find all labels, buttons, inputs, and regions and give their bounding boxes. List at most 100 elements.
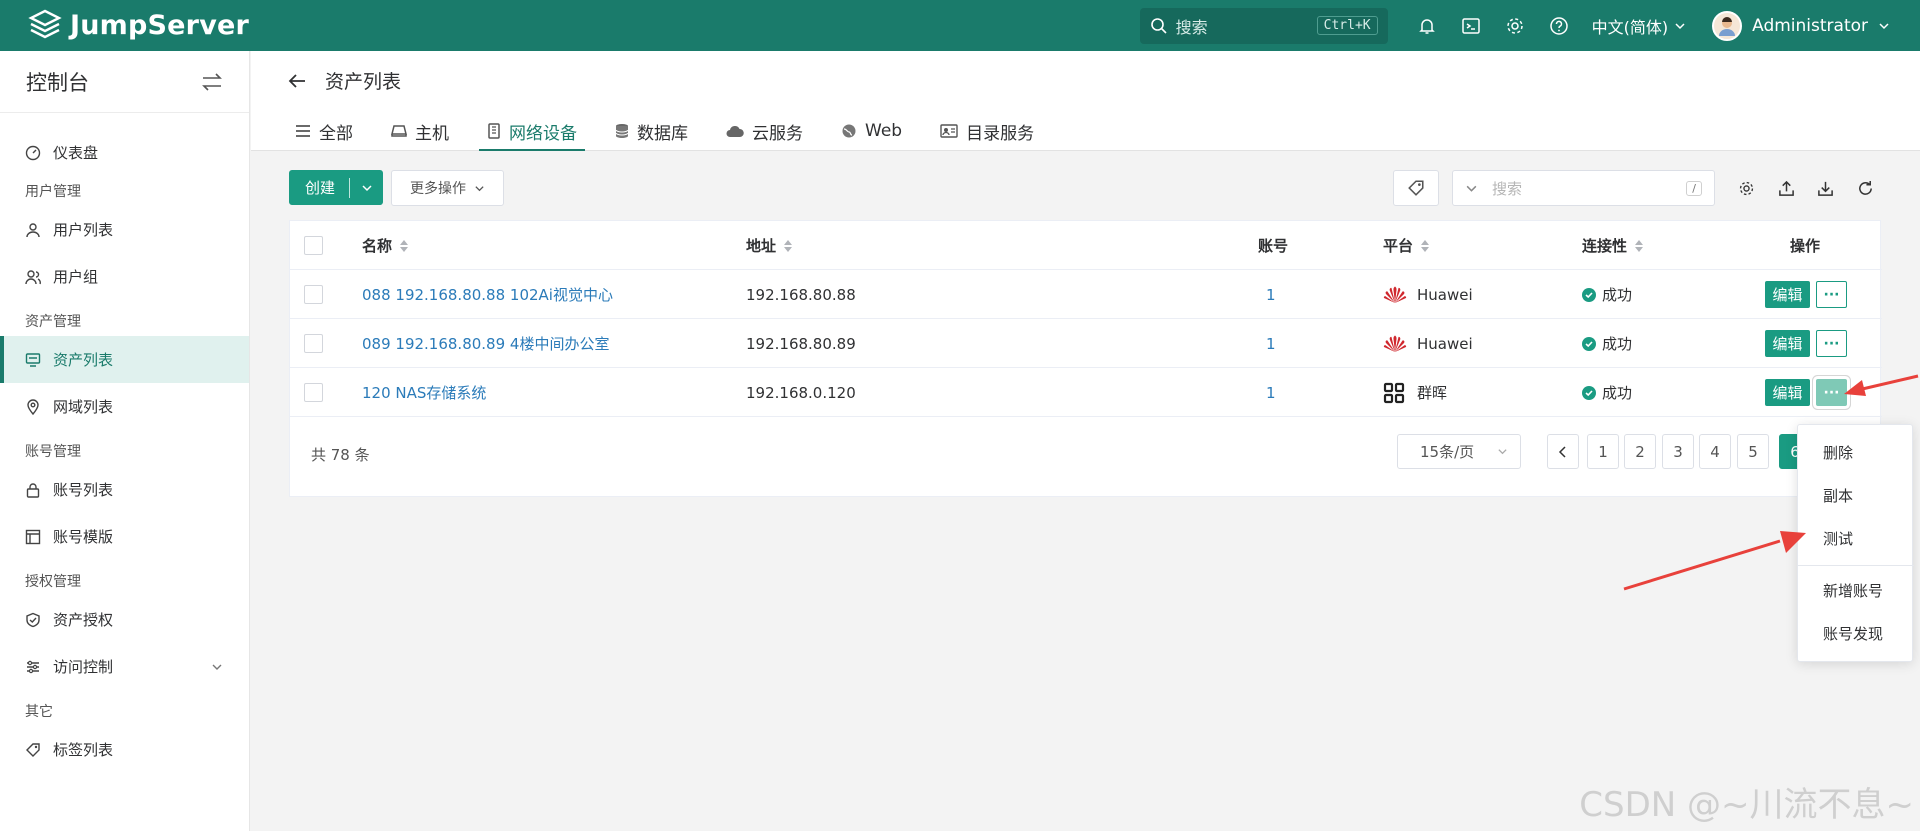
sidebar-item-tag-list[interactable]: 标签列表 <box>0 726 249 773</box>
dashboard-icon <box>25 145 41 160</box>
asset-name-link[interactable]: 120 NAS存储系统 <box>362 368 486 417</box>
monitor-icon <box>25 352 41 367</box>
sidebar-item-account-list[interactable]: 账号列表 <box>0 466 249 513</box>
tab-database[interactable]: 数据库 <box>615 111 688 151</box>
back-arrow-icon[interactable] <box>287 72 307 90</box>
brand-name: JumpServer <box>70 10 250 41</box>
huawei-logo-icon <box>1383 286 1407 303</box>
edit-button[interactable]: 编辑 <box>1765 379 1810 406</box>
menu-item-clone[interactable]: 副本 <box>1823 485 1853 506</box>
template-icon <box>25 529 41 544</box>
platform-name: Huawei <box>1417 334 1473 353</box>
page-button-3[interactable]: 3 <box>1662 434 1694 469</box>
tab-network-device[interactable]: 网络设备 <box>479 111 585 151</box>
asset-name-link[interactable]: 088 192.168.80.88 102Ai视觉中心 <box>362 270 613 319</box>
more-actions-button[interactable]: 更多操作 <box>391 170 504 206</box>
create-button[interactable]: 创建 <box>289 170 383 205</box>
page-button-5[interactable]: 5 <box>1737 434 1769 469</box>
sidebar-item-label: 资产列表 <box>53 351 114 369</box>
asset-table: 名称 地址 账号 平台 连接性 操作 088 192.168.80.88 102… <box>289 220 1882 497</box>
page-size-select[interactable]: 15条/页 <box>1397 434 1521 469</box>
sort-icon[interactable] <box>784 239 793 252</box>
connectivity-status: 成功 <box>1582 270 1632 319</box>
tab-all[interactable]: 全部 <box>295 111 353 151</box>
download-icon[interactable] <box>1815 178 1835 198</box>
tab-cloud[interactable]: 云服务 <box>726 111 803 151</box>
account-count-link[interactable]: 1 <box>1266 270 1276 319</box>
chevron-down-icon <box>1675 22 1685 29</box>
row-checkbox[interactable] <box>304 285 323 304</box>
more-options-button[interactable]: ··· <box>1816 330 1847 357</box>
tab-directory-service[interactable]: 目录服务 <box>940 111 1034 151</box>
sidebar: 控制台 仪表盘 用户管理 用户列表 用户组 资产管理 资产列表 网域列表 账号管… <box>0 51 250 831</box>
page-button-2[interactable]: 2 <box>1624 434 1656 469</box>
column-settings-icon[interactable] <box>1736 178 1756 198</box>
edit-button[interactable]: 编辑 <box>1765 330 1810 357</box>
column-header-label: 名称 <box>362 237 393 255</box>
create-dropdown-toggle[interactable] <box>350 182 383 194</box>
table-toolbar: 创建 更多操作 搜索 / <box>289 170 1881 206</box>
column-name[interactable]: 名称 <box>362 221 409 270</box>
table-search-placeholder: 搜索 <box>1492 179 1523 198</box>
sidebar-item-account-template[interactable]: 账号模版 <box>0 513 249 560</box>
row-action-menu: 删除 副本 测试 新增账号 账号发现 <box>1797 424 1914 662</box>
column-platform[interactable]: 平台 <box>1383 221 1430 270</box>
column-actions: 操作 <box>1790 221 1820 270</box>
sidebar-item-label: 用户列表 <box>53 221 114 239</box>
settings-gear-icon[interactable] <box>1504 15 1526 37</box>
prev-page-button[interactable] <box>1547 434 1579 469</box>
table-search-input[interactable]: 搜索 / <box>1452 170 1715 206</box>
sidebar-section-account-mgmt: 账号管理 <box>25 444 81 460</box>
menu-item-add-account[interactable]: 新增账号 <box>1823 580 1883 601</box>
row-checkbox[interactable] <box>304 383 323 402</box>
tab-web[interactable]: Web <box>841 111 902 151</box>
menu-item-test[interactable]: 测试 <box>1823 528 1853 549</box>
terminal-icon[interactable] <box>1460 15 1482 37</box>
status-text: 成功 <box>1602 286 1633 304</box>
sort-icon[interactable] <box>1421 239 1430 252</box>
platform-cell: Huawei <box>1383 319 1473 368</box>
row-checkbox[interactable] <box>304 334 323 353</box>
more-options-button[interactable]: ··· <box>1816 379 1847 406</box>
column-connectivity[interactable]: 连接性 <box>1582 221 1644 270</box>
brand-logo[interactable]: JumpServer <box>28 9 249 43</box>
switch-view-icon[interactable] <box>201 72 223 92</box>
bell-icon[interactable] <box>1416 15 1438 37</box>
help-icon[interactable] <box>1548 15 1570 37</box>
connectivity-status: 成功 <box>1582 319 1632 368</box>
account-count-link[interactable]: 1 <box>1266 319 1276 368</box>
menu-item-account-discovery[interactable]: 账号发现 <box>1823 623 1883 644</box>
account-count-link[interactable]: 1 <box>1266 368 1276 417</box>
sidebar-item-zone-list[interactable]: 网域列表 <box>0 383 249 430</box>
sidebar-item-asset-perm[interactable]: 资产授权 <box>0 596 249 643</box>
tab-label: 网络设备 <box>509 123 577 144</box>
select-all-checkbox[interactable] <box>304 236 323 255</box>
check-circle-icon <box>1582 385 1596 400</box>
sidebar-item-user-group[interactable]: 用户组 <box>0 253 249 300</box>
refresh-icon[interactable] <box>1855 178 1875 198</box>
sort-icon[interactable] <box>1635 239 1644 252</box>
tab-host[interactable]: 主机 <box>391 111 449 151</box>
asset-name-link[interactable]: 089 192.168.80.89 4楼中间办公室 <box>362 319 609 368</box>
sidebar-item-user-list[interactable]: 用户列表 <box>0 206 249 253</box>
asset-address: 192.168.80.89 <box>746 334 856 353</box>
user-menu[interactable]: Administrator <box>1712 10 1890 41</box>
page-title: 资产列表 <box>325 71 402 93</box>
sidebar-item-asset-list[interactable]: 资产列表 <box>0 336 249 383</box>
more-options-button[interactable]: ··· <box>1816 281 1847 308</box>
column-address[interactable]: 地址 <box>746 221 793 270</box>
global-search[interactable]: 搜索 Ctrl+K <box>1139 7 1388 44</box>
tag-filter-button[interactable] <box>1393 170 1439 206</box>
platform-name: Huawei <box>1417 285 1473 304</box>
sidebar-item-dashboard[interactable]: 仪表盘 <box>0 129 249 176</box>
menu-item-delete[interactable]: 删除 <box>1823 442 1853 463</box>
sort-icon[interactable] <box>400 239 409 252</box>
sidebar-item-access-control[interactable]: 访问控制 <box>0 643 249 690</box>
platform-cell: 群晖 <box>1383 368 1447 417</box>
edit-button[interactable]: 编辑 <box>1765 281 1810 308</box>
sidebar-section-perm-mgmt: 授权管理 <box>25 574 81 590</box>
page-button-1[interactable]: 1 <box>1587 434 1619 469</box>
page-button-4[interactable]: 4 <box>1699 434 1731 469</box>
upload-icon[interactable] <box>1776 178 1796 198</box>
language-switcher[interactable]: 中文(简体) <box>1592 14 1687 38</box>
